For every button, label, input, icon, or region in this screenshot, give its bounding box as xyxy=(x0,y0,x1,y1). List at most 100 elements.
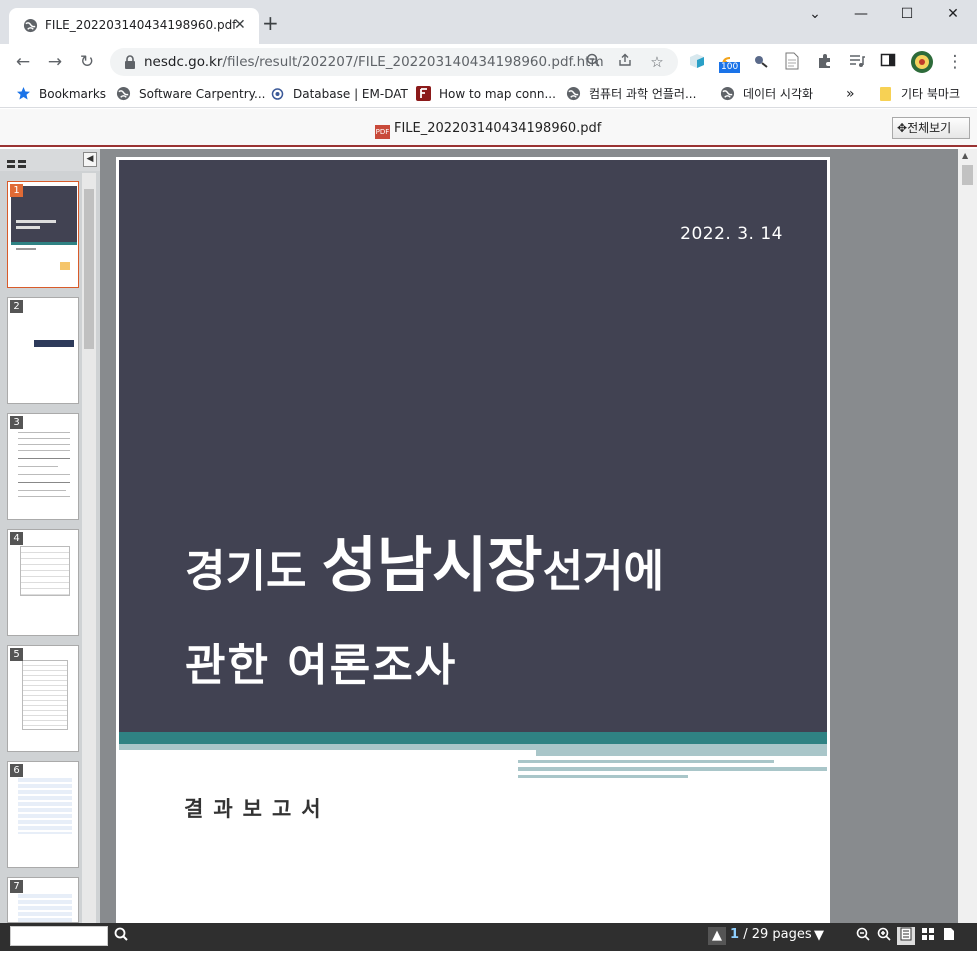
bookmark-label: How to map conn... xyxy=(439,87,556,101)
report-title-line1: 경기도 성남시장선거에 xyxy=(185,536,664,602)
bookmark-label: 기타 북마크 xyxy=(901,87,961,101)
single-page-view-icon[interactable] xyxy=(897,927,915,945)
bookmark-label: Bookmarks xyxy=(39,87,107,101)
globe-icon xyxy=(23,18,38,37)
globe-icon xyxy=(116,86,131,101)
bookmarks-overflow-button[interactable]: » xyxy=(846,85,855,103)
fullview-label: 전체보기 xyxy=(907,121,952,135)
lock-icon xyxy=(124,54,136,73)
light-stripe xyxy=(536,750,827,756)
pdf-file-name: FILE_202203140434198960.pdf xyxy=(394,121,602,136)
two-page-view-icon[interactable] xyxy=(919,927,937,945)
document-view-icon[interactable] xyxy=(940,927,958,945)
page-thumbnail[interactable]: 7 xyxy=(7,877,79,923)
teal-stripe xyxy=(119,732,827,744)
current-page[interactable]: 1 xyxy=(730,927,739,942)
maximize-button[interactable]: ☐ xyxy=(896,6,918,26)
bookmark-star-icon[interactable]: ☆ xyxy=(648,53,666,71)
browser-toolbar: ← → ↻ nesdc.go.kr/files/result/202207/FI… xyxy=(0,44,977,80)
profile-avatar[interactable] xyxy=(910,50,934,73)
forward-icon[interactable]: → xyxy=(44,51,66,73)
page-thumbnail[interactable]: 2 xyxy=(7,297,79,404)
thumbnail-number: 6 xyxy=(10,764,23,777)
title-part: 경기도 xyxy=(185,546,322,597)
sidebar-toolbar: ◀ xyxy=(0,149,100,171)
bookmark-item-other[interactable]: 기타 북마크 xyxy=(878,85,960,103)
bookmark-item-data-viz[interactable]: 데이터 시각화 xyxy=(720,85,813,103)
pdf-page: 2022. 3. 14 경기도 성남시장선거에 관한 여론조사 결과보고서 xyxy=(116,157,830,957)
report-title-line2: 관한 여론조사 xyxy=(185,640,458,691)
page-thumbnail[interactable]: 3 xyxy=(7,413,79,520)
light-stripe xyxy=(518,775,688,778)
side-panel-icon[interactable] xyxy=(880,52,900,72)
media-control-icon[interactable] xyxy=(848,52,868,72)
extension-rss-icon[interactable]: 100 xyxy=(719,52,742,73)
bookmark-item-bookmarks[interactable]: Bookmarks xyxy=(16,85,106,103)
bookmark-item-software-carpentry[interactable]: Software Carpentry... xyxy=(116,85,265,103)
f-icon xyxy=(416,86,431,101)
pdf-file-title: PDF FILE_202203140434198960.pdf xyxy=(375,121,601,139)
extension-document-icon[interactable] xyxy=(784,52,804,72)
page-count: / 29 pages xyxy=(743,927,812,942)
search-icon[interactable] xyxy=(112,927,130,945)
folder-icon xyxy=(878,86,893,101)
minimize-button[interactable]: — xyxy=(850,6,872,26)
extension-cube-icon[interactable] xyxy=(688,52,708,72)
next-page-icon[interactable]: ▼ xyxy=(810,927,828,945)
menu-kebab-icon[interactable]: ⋮ xyxy=(944,51,966,73)
url-text: nesdc.go.kr/files/result/202207/FILE_202… xyxy=(144,54,604,70)
extension-satellite-icon[interactable] xyxy=(752,52,772,72)
address-bar[interactable]: nesdc.go.kr/files/result/202207/FILE_202… xyxy=(110,48,678,76)
page-thumbnail[interactable]: 1 xyxy=(7,181,79,288)
page-scroll-thumb[interactable] xyxy=(962,165,973,185)
thumbnail-number: 3 xyxy=(10,416,23,429)
page-thumbnail[interactable]: 6 xyxy=(7,761,79,868)
scroll-up-icon[interactable]: ▲ xyxy=(962,151,968,160)
bookmark-item-how-to-map[interactable]: How to map conn... xyxy=(416,85,556,103)
tab-search-icon[interactable]: ⌄ xyxy=(804,6,826,26)
thumbnail-view-icon[interactable] xyxy=(7,155,27,174)
browser-tab[interactable]: FILE_202203140434198960.pdf ✕ xyxy=(9,8,259,44)
extensions-puzzle-icon[interactable] xyxy=(816,52,836,72)
prev-page-icon[interactable]: ▲ xyxy=(708,927,726,945)
page-thumbnail[interactable]: 4 xyxy=(7,529,79,636)
thumbnail-sidebar: ◀ 1 2 3 4 5 6 7 xyxy=(0,149,100,923)
search-input[interactable] xyxy=(10,926,108,946)
reload-icon[interactable]: ↻ xyxy=(76,51,98,73)
page-indicator: 1 / 29 pages xyxy=(730,927,812,942)
report-subtitle: 결과보고서 xyxy=(184,797,331,821)
url-path: /files/result/202207/FILE_20220314043419… xyxy=(222,54,604,70)
zoom-in-icon[interactable] xyxy=(875,927,893,945)
pdf-bottom-toolbar: ▲ 1 / 29 pages ▼ xyxy=(0,923,977,951)
zoom-icon[interactable] xyxy=(584,53,602,71)
bookmark-item-cs-unplugged[interactable]: 컴퓨터 과학 언플러... xyxy=(566,85,696,103)
bookmark-label: 데이터 시각화 xyxy=(743,87,814,101)
back-icon[interactable]: ← xyxy=(12,51,34,73)
title-part: 선거에 xyxy=(542,546,665,597)
zoom-out-icon[interactable] xyxy=(854,927,872,945)
thumbnail-number: 5 xyxy=(10,648,23,661)
thumbnail-number: 1 xyxy=(10,184,23,197)
tab-close-icon[interactable]: ✕ xyxy=(234,17,246,33)
sidebar-collapse-button[interactable]: ◀ xyxy=(83,152,97,167)
sidebar-scroll-thumb[interactable] xyxy=(84,189,94,349)
bookmarks-bar: Bookmarks Software Carpentry... Database… xyxy=(0,80,977,108)
pdf-file-icon: PDF xyxy=(375,125,390,139)
title-part: 성남시장 xyxy=(321,531,543,601)
star-icon xyxy=(16,86,31,101)
page-scrollbar[interactable]: ▲ xyxy=(958,149,977,923)
pdf-viewer: ◀ 1 2 3 4 5 6 7 2022. 3. 14 경기도 성남시장선거에 … xyxy=(0,149,977,957)
emdat-icon xyxy=(270,86,285,101)
share-icon[interactable] xyxy=(616,53,634,71)
bookmark-item-emdat[interactable]: Database | EM-DAT xyxy=(270,85,408,103)
fullview-button[interactable]: ✥전체보기 xyxy=(892,117,970,139)
thumbnail-number: 7 xyxy=(10,880,23,893)
new-tab-button[interactable]: + xyxy=(262,13,279,33)
thumbnail-number: 2 xyxy=(10,300,23,313)
url-host: nesdc.go.kr xyxy=(144,54,223,70)
close-window-button[interactable]: ✕ xyxy=(942,6,964,26)
globe-icon xyxy=(566,86,581,101)
light-stripe xyxy=(518,760,774,763)
page-thumbnail[interactable]: 5 xyxy=(7,645,79,752)
bookmark-label: Database | EM-DAT xyxy=(293,87,408,101)
